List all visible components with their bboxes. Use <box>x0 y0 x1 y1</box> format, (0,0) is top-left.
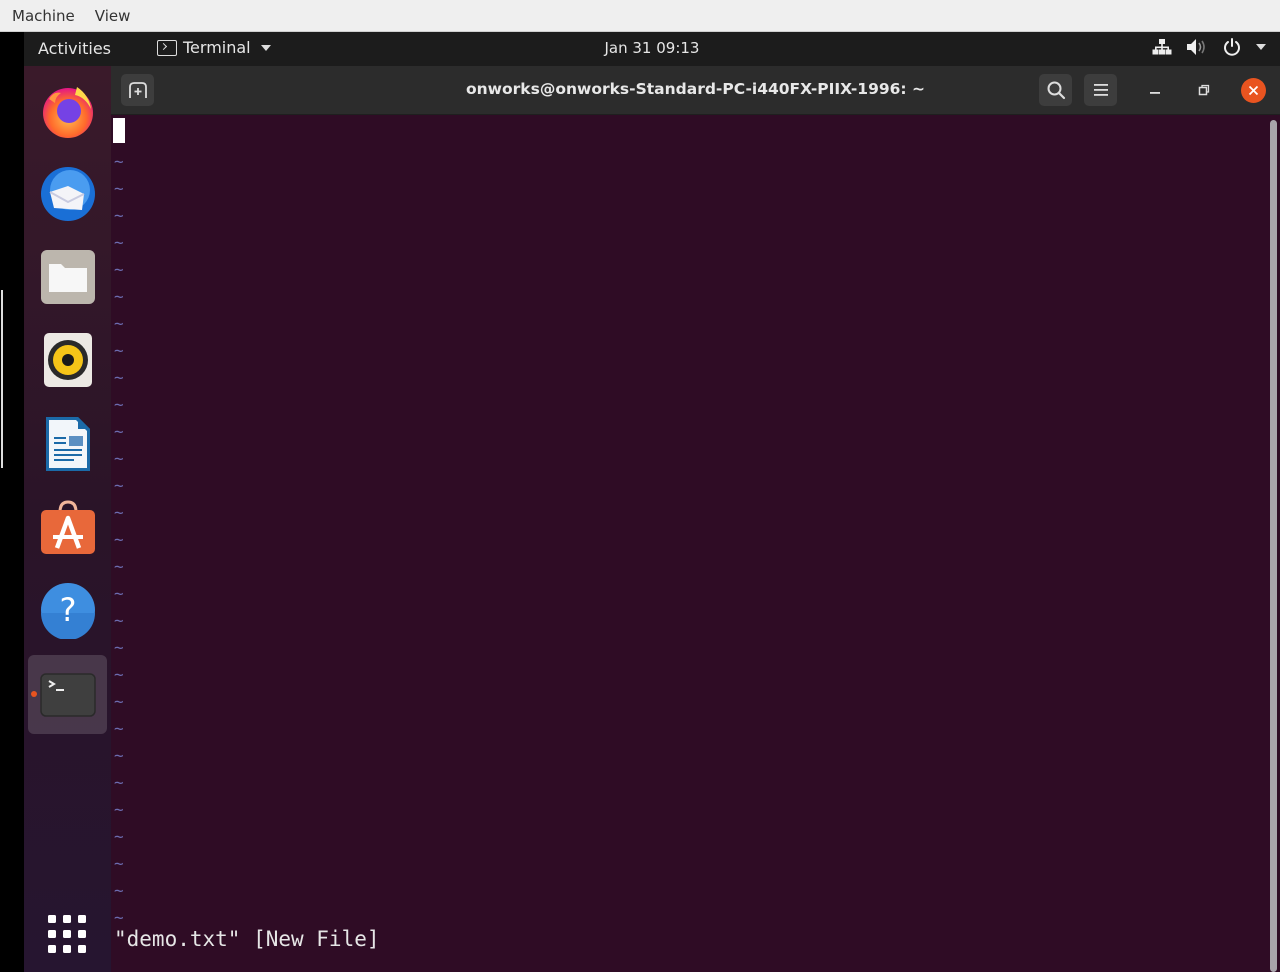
gnome-top-bar: Activities Terminal Jan 31 09:13 <box>24 32 1280 66</box>
terminal-window: onworks@onworks-Standard-PC-i440FX-PIIX-… <box>111 66 1280 972</box>
minimize-button[interactable] <box>1138 74 1171 106</box>
menu-button[interactable] <box>1084 74 1117 106</box>
vim-tilde-line: ~ <box>114 422 124 441</box>
vim-tilde-line: ~ <box>114 449 124 468</box>
vim-tilde-line: ~ <box>114 665 124 684</box>
window-headerbar[interactable]: onworks@onworks-Standard-PC-i440FX-PIIX-… <box>111 66 1280 115</box>
vim-status-line: "demo.txt" [New File] <box>114 927 380 951</box>
vim-tilde-line: ~ <box>114 773 124 792</box>
vim-tilde-line: ~ <box>114 341 124 360</box>
vim-tilde-line: ~ <box>114 395 124 414</box>
software-icon <box>40 499 95 554</box>
minimize-icon <box>1149 92 1160 94</box>
vim-tilde-line: ~ <box>114 638 124 657</box>
svg-text:?: ? <box>59 591 76 629</box>
vim-tilde-line: ~ <box>114 692 124 711</box>
vim-tilde-line: ~ <box>114 611 124 630</box>
vim-tilde-line: ~ <box>114 368 124 387</box>
vim-tilde-line: ~ <box>114 827 124 846</box>
thunderbird-icon <box>40 166 95 221</box>
restore-icon <box>1198 84 1209 96</box>
vim-tilde-line: ~ <box>114 800 124 819</box>
dock-item-files[interactable] <box>28 237 107 316</box>
help-icon: ? <box>40 582 95 639</box>
terminal-scrollbar[interactable] <box>1270 120 1277 972</box>
firefox-icon <box>42 86 93 138</box>
vim-tilde-line: ~ <box>114 530 124 549</box>
dock-item-writer[interactable] <box>28 404 107 483</box>
vim-tilde-line: ~ <box>114 179 124 198</box>
vim-tilde-line: ~ <box>114 206 124 225</box>
host-menu-view[interactable]: View <box>95 7 131 25</box>
system-menu-chevron-icon <box>1256 44 1266 50</box>
writer-icon <box>45 416 90 471</box>
dock-item-thunderbird[interactable] <box>28 154 107 233</box>
vim-empty-lines: ~ ~ ~ ~ ~ ~ ~ ~ ~ ~ ~ ~ ~ ~ ~ ~ ~ ~ ~ ~ ~ ~ ~ ~ ~ ~ ~ ~ ~ <box>114 148 124 931</box>
running-indicator <box>31 691 37 697</box>
vim-tilde-line: ~ <box>114 557 124 576</box>
show-applications-icon[interactable] <box>48 915 88 955</box>
rhythmbox-icon <box>43 332 92 387</box>
terminal-icon <box>39 672 96 717</box>
vim-tilde-line: ~ <box>114 260 124 279</box>
vim-tilde-line: ~ <box>114 719 124 738</box>
vim-tilde-line: ~ <box>114 854 124 873</box>
host-menu-machine[interactable]: Machine <box>12 7 75 25</box>
network-icon <box>1152 39 1172 55</box>
files-icon <box>40 249 95 304</box>
vim-tilde-line: ~ <box>114 287 124 306</box>
text-cursor <box>113 118 125 143</box>
dock-item-help[interactable]: ? <box>28 570 107 649</box>
close-icon <box>1248 85 1259 96</box>
dock-item-firefox[interactable] <box>28 70 107 149</box>
close-button[interactable] <box>1241 78 1266 103</box>
search-button[interactable] <box>1039 74 1072 106</box>
vm-frame-marker <box>0 290 3 468</box>
volume-icon <box>1187 39 1205 55</box>
power-icon <box>1224 38 1240 56</box>
vm-frame-edge <box>0 32 24 972</box>
dock-item-rhythmbox[interactable] <box>28 320 107 399</box>
dock-item-terminal[interactable] <box>28 655 107 734</box>
vim-tilde-line: ~ <box>114 314 124 333</box>
dock: ? <box>24 66 111 972</box>
vim-tilde-line: ~ <box>114 746 124 765</box>
dock-item-software[interactable] <box>28 487 107 566</box>
vim-tilde-line: ~ <box>114 881 124 900</box>
clock-button[interactable]: Jan 31 09:13 <box>24 39 1280 57</box>
vim-tilde-line: ~ <box>114 152 124 171</box>
vim-tilde-line: ~ <box>114 503 124 522</box>
restore-button[interactable] <box>1187 74 1220 106</box>
vim-tilde-line: ~ <box>114 584 124 603</box>
hamburger-menu-icon <box>1093 84 1108 96</box>
vim-tilde-line: ~ <box>114 233 124 252</box>
host-menubar: Machine View <box>0 0 1280 32</box>
system-tray[interactable] <box>1152 37 1266 57</box>
vim-tilde-line: ~ <box>114 476 124 495</box>
search-icon <box>1047 81 1065 100</box>
terminal-content[interactable]: ~ ~ ~ ~ ~ ~ ~ ~ ~ ~ ~ ~ ~ ~ ~ ~ ~ ~ ~ ~ ~ ~ ~ ~ ~ ~ ~ ~ ~ "demo.txt"… <box>111 115 1280 972</box>
